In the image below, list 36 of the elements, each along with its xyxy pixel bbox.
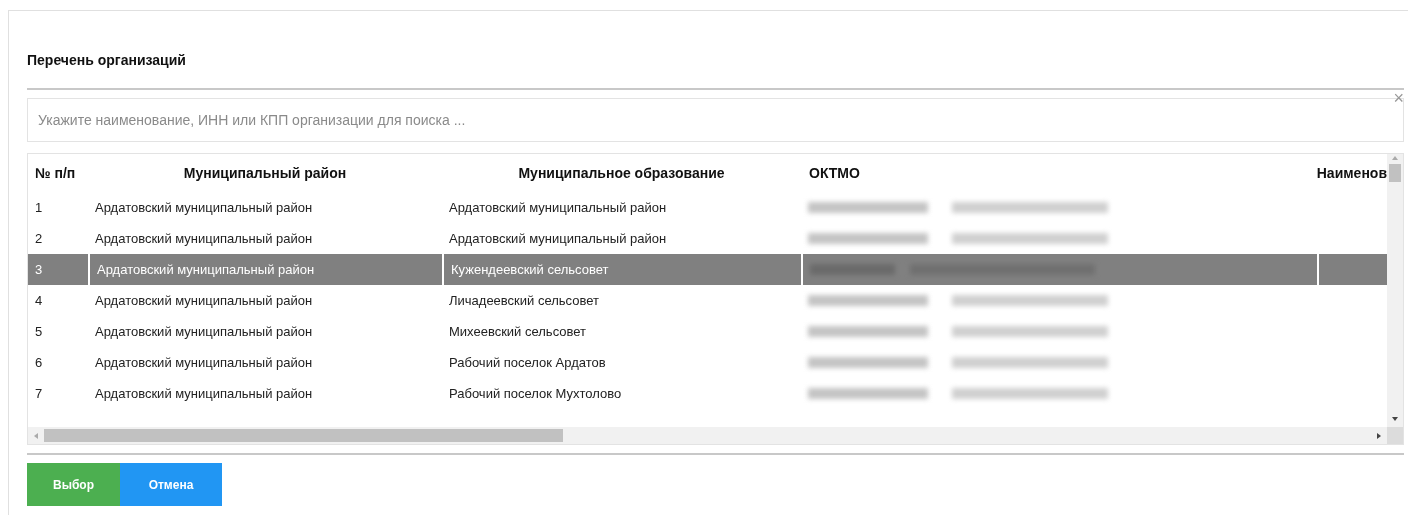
column-header[interactable]: Муниципальное образование: [442, 154, 801, 192]
table-cell[interactable]: Ардатовский муниципальный район: [88, 254, 442, 285]
table-cell[interactable]: Рабочий поселок Ардатов: [442, 347, 801, 378]
table-cell[interactable]: Ардатовский муниципальный район: [442, 192, 801, 223]
dialog-title: Перечень организаций: [27, 52, 186, 68]
row-number[interactable]: 2: [28, 223, 88, 254]
row-number[interactable]: 4: [28, 285, 88, 316]
scroll-right-icon[interactable]: [1375, 431, 1383, 440]
row-number[interactable]: 6: [28, 347, 88, 378]
scroll-thumb[interactable]: [1389, 164, 1401, 182]
table-cell[interactable]: Михеевский сельсовет: [442, 316, 801, 347]
scroll-down-icon[interactable]: [1391, 415, 1399, 423]
table-cell[interactable]: Ардатовский муниципальный район: [88, 316, 442, 347]
column-header[interactable]: Муниципальный район: [88, 154, 442, 192]
table-cell[interactable]: Ардатовский муниципальный район: [88, 285, 442, 316]
scroll-left-icon[interactable]: [32, 431, 40, 440]
column-header[interactable]: Наименов: [1316, 154, 1387, 192]
vertical-scrollbar[interactable]: [1387, 154, 1403, 427]
scroll-up-icon[interactable]: [1391, 154, 1399, 162]
table-cell[interactable]: [1316, 254, 1387, 285]
table-cell[interactable]: Рабочий поселок Мухтолово: [442, 378, 801, 409]
row-number[interactable]: 3: [28, 254, 88, 285]
row-number[interactable]: 1: [28, 192, 88, 223]
table-cell[interactable]: Ардатовский муниципальный район: [88, 347, 442, 378]
horizontal-scrollbar[interactable]: [28, 427, 1387, 444]
table-cell[interactable]: Ардатовский муниципальный район: [442, 223, 801, 254]
table-cell[interactable]: Кужендеевский сельсовет: [442, 254, 801, 285]
table-cell[interactable]: Ардатовский муниципальный район: [88, 192, 442, 223]
table-cell[interactable]: Личадеевский сельсовет: [442, 285, 801, 316]
row-number[interactable]: 7: [28, 378, 88, 409]
table-cell[interactable]: Ардатовский муниципальный район: [88, 378, 442, 409]
scroll-thumb[interactable]: [44, 429, 563, 442]
column-header[interactable]: ОКТМО: [801, 154, 1317, 192]
table-cell[interactable]: Ардатовский муниципальный район: [88, 223, 442, 254]
row-number[interactable]: 5: [28, 316, 88, 347]
column-header[interactable]: № п/п: [28, 154, 88, 192]
